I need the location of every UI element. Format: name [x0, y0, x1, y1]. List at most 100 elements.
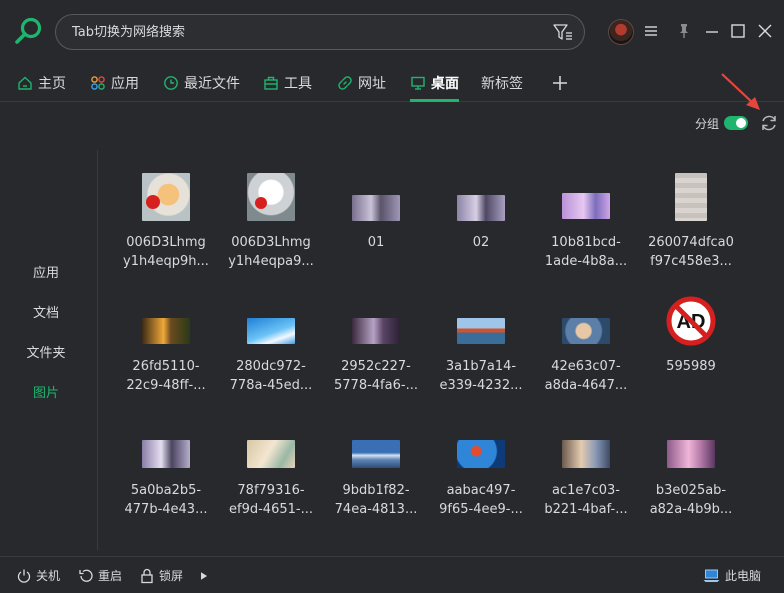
link-icon [338, 76, 352, 90]
picture-name: 5a0ba2b5- [130, 483, 202, 498]
pin-icon[interactable] [675, 22, 693, 40]
picture-name: aabac497- [446, 483, 516, 498]
picture-item[interactable]: 9bdb1f82- 74ea-4813... [326, 416, 426, 526]
lock-button[interactable]: 锁屏 [139, 557, 183, 593]
tab-label: 桌面 [431, 76, 459, 92]
bottom-bar: 关机 重启 锁屏 此电脑 [0, 556, 784, 593]
restart-icon [79, 569, 93, 582]
tab-urls[interactable]: 网址 [337, 64, 386, 102]
picture-item[interactable]: 42e63c07- a8da-4647... [536, 292, 636, 402]
picture-name-cont: b221-4baf-... [544, 502, 628, 517]
picture-name: 42e63c07- [551, 359, 621, 374]
tab-bar: 主页 应用 最近文件 工具 网址 桌面 新标签 [0, 64, 784, 102]
group-toggle-label: 分组 [695, 117, 720, 131]
tab-label: 主页 [38, 76, 66, 92]
sidebar-item-documents[interactable]: 文档 [0, 302, 92, 321]
picture-item[interactable]: 3a1b7a14- e339-4232... [431, 292, 531, 402]
picture-item[interactable]: 78f79316- ef9d-4651-... [221, 416, 321, 526]
picture-item[interactable]: 10b81bcd- 1ade-4b8a... [536, 168, 636, 278]
add-tab-icon[interactable] [550, 73, 570, 93]
tab-home[interactable]: 主页 [17, 64, 66, 102]
picture-item[interactable]: 02 [431, 168, 531, 278]
picture-thumbnail [247, 173, 295, 221]
annotation-arrow-icon [721, 73, 760, 110]
menu-icon[interactable] [642, 22, 660, 40]
lock-label: 锁屏 [159, 569, 184, 583]
maximize-icon[interactable] [729, 22, 747, 40]
picture-item[interactable]: 2952c227- 5778-4fa6-... [326, 292, 426, 402]
tab-label: 应用 [111, 76, 139, 92]
toolbox-icon [264, 76, 278, 90]
picture-thumbnail [142, 173, 190, 221]
sidebar-item-pictures[interactable]: 图片 [0, 382, 92, 401]
tab-tools[interactable]: 工具 [263, 64, 312, 102]
picture-item[interactable]: 01 [326, 168, 426, 278]
tab-desktop[interactable]: 桌面 [410, 64, 459, 102]
picture-name-cont: y1h4eqpa9... [228, 254, 314, 269]
sidebar-item-folders[interactable]: 文件夹 [0, 342, 92, 361]
restart-button[interactable]: 重启 [78, 557, 122, 593]
picture-grid: 006D3Lhmg y1h4eqp9h... 006D3Lhmg y1h4eqp… [116, 168, 776, 548]
play-arrow-icon [201, 571, 207, 580]
picture-thumbnail [247, 318, 295, 344]
picture-name-cont: a8da-4647... [544, 378, 628, 393]
picture-name: 006D3Lhmg [231, 235, 311, 250]
restart-label: 重启 [98, 569, 123, 583]
picture-item[interactable]: AD 595989 [641, 292, 741, 402]
picture-item[interactable]: 26fd5110- 22c9-48ff-... [116, 292, 216, 402]
search-box[interactable] [55, 14, 585, 50]
picture-name: 006D3Lhmg [126, 235, 206, 250]
picture-name: 10b81bcd- [551, 235, 621, 250]
picture-name: 260074dfca0 [648, 235, 734, 250]
picture-name: 2952c227- [341, 359, 411, 374]
picture-name-cont: f97c458e3... [650, 254, 732, 269]
picture-thumbnail [562, 440, 610, 468]
tab-apps[interactable]: 应用 [90, 64, 139, 102]
picture-name: b3e025ab- [655, 483, 727, 498]
filter-icon[interactable] [552, 22, 574, 42]
this-computer-button[interactable]: 此电脑 [702, 557, 761, 593]
picture-item[interactable]: 5a0ba2b5- 477b-4e43... [116, 416, 216, 526]
picture-name-cont: 778a-45ed... [229, 378, 313, 393]
picture-name-cont: 477b-4e43... [124, 502, 208, 517]
tab-recent-files[interactable]: 最近文件 [163, 64, 240, 102]
picture-thumbnail [247, 440, 295, 468]
picture-name-cont: 1ade-4b8a... [544, 254, 628, 269]
search-input[interactable] [72, 15, 542, 49]
close-icon[interactable] [756, 22, 774, 40]
tab-label: 最近文件 [184, 76, 240, 92]
picture-thumbnail [352, 318, 400, 344]
refresh-icon[interactable] [759, 113, 779, 133]
picture-item[interactable]: aabac497- 9f65-4ee9-... [431, 416, 531, 526]
minimize-icon[interactable] [703, 22, 721, 40]
picture-thumbnail [142, 440, 190, 468]
group-toggle[interactable] [724, 116, 748, 130]
picture-item[interactable]: b3e025ab- a82a-4b9b... [641, 416, 741, 526]
picture-name: 9bdb1f82- [342, 483, 410, 498]
picture-name: 01 [367, 235, 385, 250]
sidebar-item-apps[interactable]: 应用 [0, 262, 92, 281]
picture-item[interactable]: ac1e7c03- b221-4baf-... [536, 416, 636, 526]
picture-name: 3a1b7a14- [445, 359, 517, 374]
picture-name-cont: y1h4eqp9h... [123, 254, 209, 269]
picture-item[interactable]: 260074dfca0 f97c458e3... [641, 168, 741, 278]
picture-item[interactable]: 006D3Lhmg y1h4eqpa9... [221, 168, 321, 278]
picture-name-cont: 74ea-4813... [334, 502, 418, 517]
picture-thumbnail [667, 440, 715, 468]
picture-thumbnail [457, 195, 505, 221]
shutdown-button[interactable]: 关机 [16, 557, 60, 593]
this-computer-label: 此电脑 [725, 569, 762, 583]
no-ad-icon: AD [666, 296, 716, 346]
user-avatar[interactable] [608, 19, 634, 45]
monitor-icon [411, 76, 425, 90]
picture-thumbnail [352, 440, 400, 468]
picture-name: 280dc972- [236, 359, 306, 374]
tab-label: 网址 [358, 76, 386, 92]
picture-name-cont: e339-4232... [439, 378, 523, 393]
picture-item[interactable]: 006D3Lhmg y1h4eqp9h... [116, 168, 216, 278]
tab-new-tab[interactable]: 新标签 [481, 64, 523, 102]
picture-item[interactable]: 280dc972- 778a-45ed... [221, 292, 321, 402]
picture-name-cont: ef9d-4651-... [229, 502, 313, 517]
tab-label: 工具 [284, 76, 312, 92]
more-button[interactable] [198, 557, 210, 593]
